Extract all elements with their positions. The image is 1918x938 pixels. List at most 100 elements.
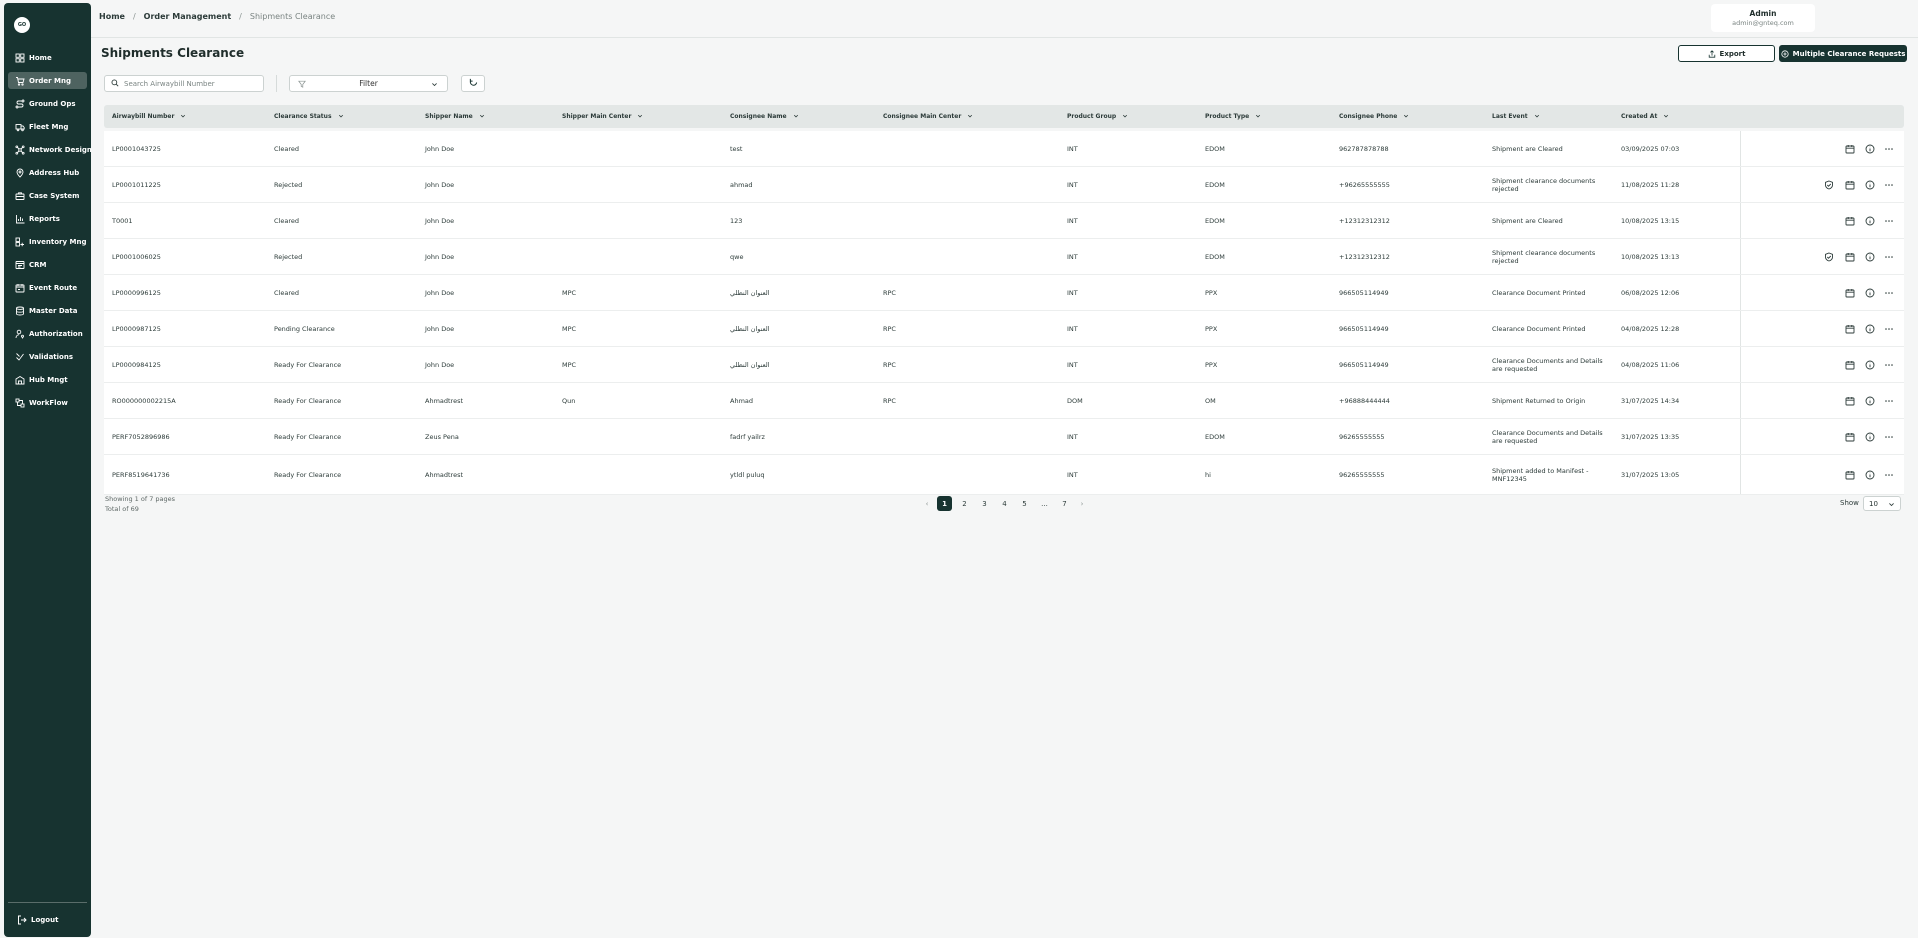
more-options-icon[interactable] [1884,216,1894,226]
sidebar-item-workflow[interactable]: WorkFlow [8,394,87,411]
more-options-icon[interactable] [1884,180,1894,190]
more-options-icon[interactable] [1884,470,1894,480]
more-options-icon[interactable] [1884,324,1894,334]
pagination-page-3[interactable]: 3 [977,496,992,511]
table-row[interactable]: RO000000002215A Ready For Clearance Ahmadt… [104,383,1904,419]
sidebar-item-inventory-mng[interactable]: Inventory Mng [8,233,87,250]
table-row[interactable]: LP0000996125 Cleared John Doe MPC العنوان ال… [104,275,1904,311]
pagination-ellipsis: ... [1041,499,1048,508]
info-icon[interactable] [1865,144,1875,154]
approve-shield-icon[interactable] [1824,180,1834,190]
calendar-icon[interactable] [1845,360,1855,370]
column-header-shipper-main-center[interactable]: Shipper Main Center [562,105,643,128]
column-header-consignee-main-center[interactable]: Consignee Main Center [883,105,973,128]
calendar-icon[interactable] [1845,216,1855,226]
table-row[interactable]: LP0001043725 Cleared John Doe test INT EDOM 96… [104,131,1904,167]
sidebar-item-crm[interactable]: CRM [8,256,87,273]
sidebar-item-validations[interactable]: Validations [8,348,87,365]
calendar-icon[interactable] [1845,144,1855,154]
more-options-icon[interactable] [1884,252,1894,262]
cell-consignee-name: ahmad [730,180,753,189]
cell-last-event: Clearance Document Printed [1492,288,1586,297]
info-icon[interactable] [1865,252,1875,262]
sidebar-item-label: Home [29,53,52,62]
pagination-page-2[interactable]: 2 [957,496,972,511]
table-row[interactable]: PERF7052896986 Ready For Clearance Zeus Pe… [104,419,1904,455]
calendar-icon[interactable] [1845,180,1855,190]
calendar-icon[interactable] [1845,288,1855,298]
sidebar-item-case-system[interactable]: Case System [8,187,87,204]
more-options-icon[interactable] [1884,432,1894,442]
column-header-product-type[interactable]: Product Type [1205,105,1261,128]
sidebar-item-ground-ops[interactable]: Ground Ops [8,95,87,112]
pagination-page-7[interactable]: 7 [1057,496,1072,511]
column-header-last-event[interactable]: Last Event [1492,105,1540,128]
calendar-icon[interactable] [1845,324,1855,334]
info-icon[interactable] [1865,360,1875,370]
sidebar-item-address-hub[interactable]: Address Hub [8,164,87,181]
pagination-next[interactable]: › [1077,496,1087,511]
more-options-icon[interactable] [1884,360,1894,370]
column-header-consignee-phone[interactable]: Consignee Phone [1339,105,1409,128]
more-options-icon[interactable] [1884,396,1894,406]
info-icon[interactable] [1865,180,1875,190]
search-input[interactable] [124,79,254,88]
cell-airwaybill-number: PERF7052896986 [112,432,170,441]
table-row[interactable]: T0001 Cleared John Doe 123 INT EDOM +123123123… [104,203,1904,239]
sidebar-item-hub-mngt[interactable]: Hub Mngt [8,371,87,388]
calendar-icon[interactable] [1845,432,1855,442]
table-row[interactable]: LP0000984125 Ready For Clearance John Doe M… [104,347,1904,383]
more-options-icon[interactable] [1884,288,1894,298]
info-icon[interactable] [1865,432,1875,442]
page-size-select[interactable]: 10 [1863,496,1901,511]
user-menu[interactable]: Admin admin@gnteq.com [1711,4,1815,32]
cell-created-at: 31/07/2025 14:34 [1621,396,1680,405]
sidebar-item-order-mng[interactable]: Order Mng [8,72,87,89]
sidebar-item-network-design[interactable]: Network Design [8,141,92,158]
column-header-product-group[interactable]: Product Group [1067,105,1128,128]
sidebar-item-home[interactable]: Home [8,49,87,66]
pagination-prev[interactable]: ‹ [922,496,932,511]
sidebar-item-master-data[interactable]: Master Data [8,302,87,319]
table-row[interactable]: LP0001006025 Rejected John Doe qwe INT EDOM +1… [104,239,1904,275]
column-header-created-at[interactable]: Created At [1621,105,1669,128]
network-icon [15,144,25,155]
column-header-clearance-status[interactable]: Clearance Status [274,105,344,128]
logout-button[interactable]: Logout [8,913,58,927]
column-header-shipper-name[interactable]: Shipper Name [425,105,485,128]
filter-dropdown[interactable]: Filter [289,75,448,92]
sidebar-item-reports[interactable]: Reports [8,210,87,227]
logout-label: Logout [31,916,59,924]
sidebar-item-label: CRM [29,260,47,269]
sidebar-item-label: Fleet Mng [29,122,69,131]
info-icon[interactable] [1865,288,1875,298]
pagination-page-5[interactable]: 5 [1017,496,1032,511]
cell-consignee-phone: 96265555555 [1339,470,1385,479]
sidebar-item-event-route[interactable]: Event Route [8,279,87,296]
info-icon[interactable] [1865,470,1875,480]
cell-shipper-name: John Doe [425,180,455,189]
table-row[interactable]: LP0000987125 Pending Clearance John Doe MPC… [104,311,1904,347]
pagination-page-4[interactable]: 4 [997,496,1012,511]
info-icon[interactable] [1865,216,1875,226]
table-row[interactable]: LP0001011225 Rejected John Doe ahmad INT EDOM… [104,167,1904,203]
approve-shield-icon[interactable] [1824,252,1834,262]
more-options-icon[interactable] [1884,144,1894,154]
sidebar-item-authorization[interactable]: Authorization [8,325,87,342]
sidebar-item-fleet-mng[interactable]: Fleet Mng [8,118,87,135]
breadcrumb-order-management[interactable]: Order Management [144,12,232,21]
info-icon[interactable] [1865,324,1875,334]
column-header-consignee-name[interactable]: Consignee Name [730,105,799,128]
breadcrumb-home[interactable]: Home [99,12,125,21]
refresh-button[interactable] [461,75,485,92]
export-button[interactable]: Export [1678,45,1775,62]
calendar-icon[interactable] [1845,252,1855,262]
app-logo[interactable]: GO [14,17,30,33]
calendar-icon[interactable] [1845,470,1855,480]
pagination-page-1[interactable]: 1 [937,496,952,511]
multiple-clearance-requests-button[interactable]: Multiple Clearance Requests [1779,45,1907,62]
calendar-icon[interactable] [1845,396,1855,406]
info-icon[interactable] [1865,396,1875,406]
table-row[interactable]: PERF8519641736 Ready For Clearance Ahmadtr… [104,455,1904,495]
column-header-airwaybill-number[interactable]: Airwaybill Number [112,105,186,128]
